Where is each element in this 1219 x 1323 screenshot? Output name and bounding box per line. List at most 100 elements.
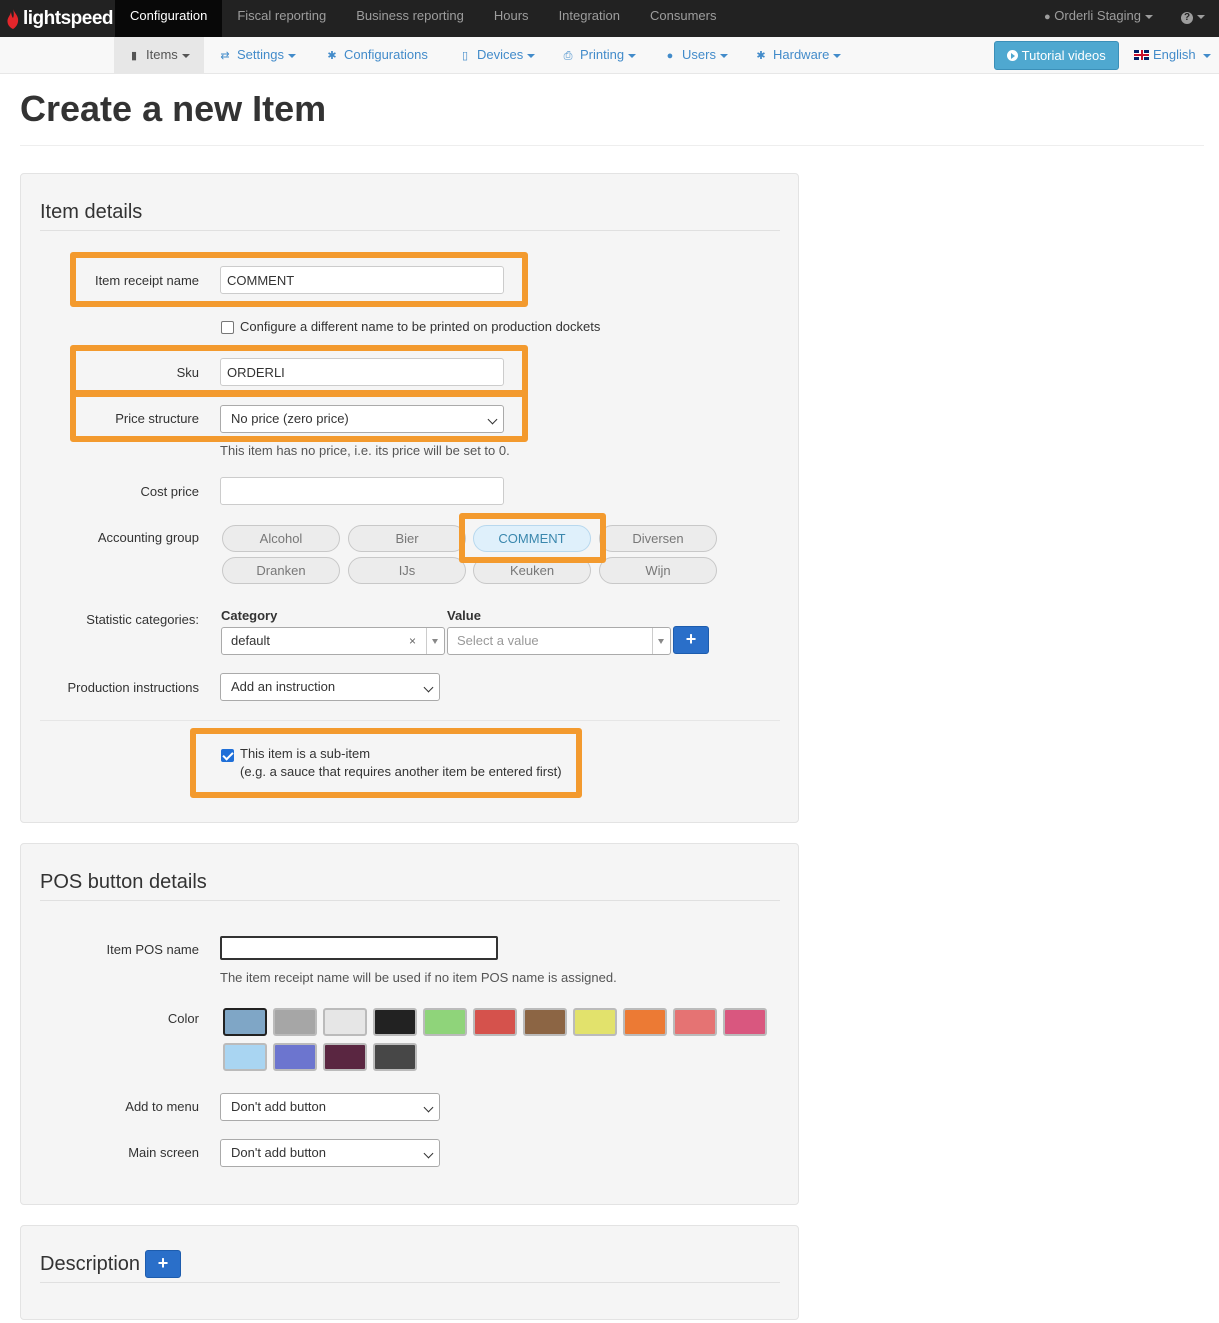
color-swatch[interactable] (423, 1008, 467, 1036)
description-panel: Description + (20, 1225, 799, 1320)
cost-price-label: Cost price (140, 484, 199, 499)
color-swatch[interactable] (473, 1008, 517, 1036)
main-screen-label: Main screen (128, 1145, 199, 1160)
highlight-receipt-name (70, 252, 528, 307)
chevron-down-icon (287, 53, 296, 58)
chevron-down-icon (833, 53, 842, 58)
production-instructions-label: Production instructions (67, 680, 199, 695)
gear-icon: ✱ (756, 50, 766, 62)
subnav-printing[interactable]: ⎙ Printing (562, 37, 637, 73)
accounting-group-bier[interactable]: Bier (348, 525, 466, 552)
divider (426, 628, 427, 654)
user-icon: ● (1044, 11, 1051, 23)
printer-icon: ⎙ (563, 50, 573, 62)
color-swatch[interactable] (573, 1008, 617, 1036)
accounting-group-dranken[interactable]: Dranken (222, 557, 340, 584)
help-menu[interactable]: ? (1167, 0, 1219, 37)
color-swatch[interactable] (223, 1008, 267, 1036)
gear-icon: ✱ (327, 50, 337, 62)
category-select[interactable]: default × (221, 627, 445, 655)
sub-navbar: ▮ Items ⇄ Settings ✱ Configurations ▯ Device… (0, 37, 1219, 74)
pos-button-panel: POS button details Item POS name The ite… (20, 843, 799, 1205)
color-swatch[interactable] (223, 1043, 267, 1071)
clear-icon[interactable]: × (409, 634, 416, 648)
flame-icon (7, 8, 19, 29)
page-title: Create a new Item (20, 88, 327, 129)
account-menu[interactable]: ● Orderli Staging (1030, 0, 1167, 37)
shuffle-icon: ⇄ (220, 50, 230, 62)
divider (40, 720, 780, 721)
nav-hours[interactable]: Hours (479, 0, 544, 37)
tablet-icon: ▯ (461, 50, 469, 62)
chevron-down-icon (423, 682, 434, 693)
language-menu[interactable]: English (1134, 37, 1211, 73)
divider (40, 900, 780, 901)
chevron-down-icon (1145, 14, 1153, 19)
accounting-group-diversen[interactable]: Diversen (599, 525, 717, 552)
add-statistic-button[interactable]: + (673, 626, 709, 654)
nav-configuration[interactable]: Configuration (115, 0, 223, 37)
color-swatch[interactable] (623, 1008, 667, 1036)
lightspeed-logo[interactable]: lightspeed (0, 0, 115, 37)
value-select[interactable]: Select a value (447, 627, 671, 655)
add-to-menu-select[interactable]: Don't add button (220, 1093, 440, 1121)
user-icon: ● (666, 50, 674, 62)
divider (652, 628, 653, 654)
color-swatch[interactable] (323, 1008, 367, 1036)
plus-icon: + (157, 1253, 169, 1273)
category-header: Category (221, 608, 278, 623)
account-name: Orderli Staging (1054, 8, 1141, 23)
item-details-heading: Item details (40, 201, 143, 223)
color-swatch[interactable] (523, 1008, 567, 1036)
subnav-items[interactable]: ▮ Items (114, 37, 204, 73)
divider (20, 145, 1204, 146)
subnav-devices[interactable]: ▯ Devices (459, 37, 536, 73)
pos-name-help: The item receipt name will be used if no… (220, 970, 617, 985)
pos-name-label: Item POS name (106, 942, 199, 957)
subnav-hardware[interactable]: ✱ Hardware (755, 37, 842, 73)
color-swatch[interactable] (273, 1043, 317, 1071)
nav-fiscal-reporting[interactable]: Fiscal reporting (222, 0, 341, 37)
highlight-sub-item (190, 728, 582, 798)
accounting-group-label: Accounting group (97, 530, 199, 545)
uk-flag-icon (1134, 50, 1149, 60)
add-description-button[interactable]: + (145, 1250, 181, 1278)
color-swatch[interactable] (373, 1008, 417, 1036)
accounting-group-alcohol[interactable]: Alcohol (222, 525, 340, 552)
chevron-down-icon (719, 53, 728, 58)
cost-price-input[interactable] (220, 477, 504, 505)
chevron-down-icon (658, 639, 664, 644)
chevron-down-icon (423, 1148, 434, 1159)
accounting-group-wijn[interactable]: Wijn (599, 557, 717, 584)
nav-integration[interactable]: Integration (544, 0, 635, 37)
color-swatch[interactable] (723, 1008, 767, 1036)
chevron-down-icon (432, 639, 438, 644)
top-navbar: lightspeed Configuration Fiscal reportin… (0, 0, 1219, 37)
production-instructions-select[interactable]: Add an instruction (220, 673, 440, 701)
add-to-menu-label: Add to menu (125, 1099, 199, 1114)
nav-consumers[interactable]: Consumers (635, 0, 731, 37)
color-swatch[interactable] (273, 1008, 317, 1036)
chevron-down-icon (423, 1102, 434, 1113)
chevron-down-icon (181, 53, 190, 58)
accounting-group-ijs[interactable]: IJs (348, 557, 466, 584)
color-label: Color (167, 1011, 199, 1026)
different-name-checkbox[interactable] (221, 321, 234, 334)
pos-name-input[interactable] (220, 936, 498, 960)
main-screen-select[interactable]: Don't add button (220, 1139, 440, 1167)
subnav-users[interactable]: ● Users (664, 37, 728, 73)
divider (40, 230, 780, 231)
color-swatch[interactable] (323, 1043, 367, 1071)
description-heading: Description (40, 1253, 141, 1275)
nav-business-reporting[interactable]: Business reporting (341, 0, 479, 37)
tutorial-videos-button[interactable]: Tutorial videos (994, 41, 1119, 70)
chevron-down-icon (1197, 14, 1205, 19)
subnav-configurations[interactable]: ✱ Configurations (326, 37, 427, 73)
color-swatch[interactable] (373, 1043, 417, 1071)
statistic-categories-label: Statistic categories: (86, 612, 199, 627)
highlight-accounting-comment (459, 513, 606, 563)
color-swatch[interactable] (673, 1008, 717, 1036)
chevron-down-icon (628, 53, 637, 58)
subnav-settings[interactable]: ⇄ Settings (219, 37, 296, 73)
chevron-down-icon (1202, 53, 1211, 58)
